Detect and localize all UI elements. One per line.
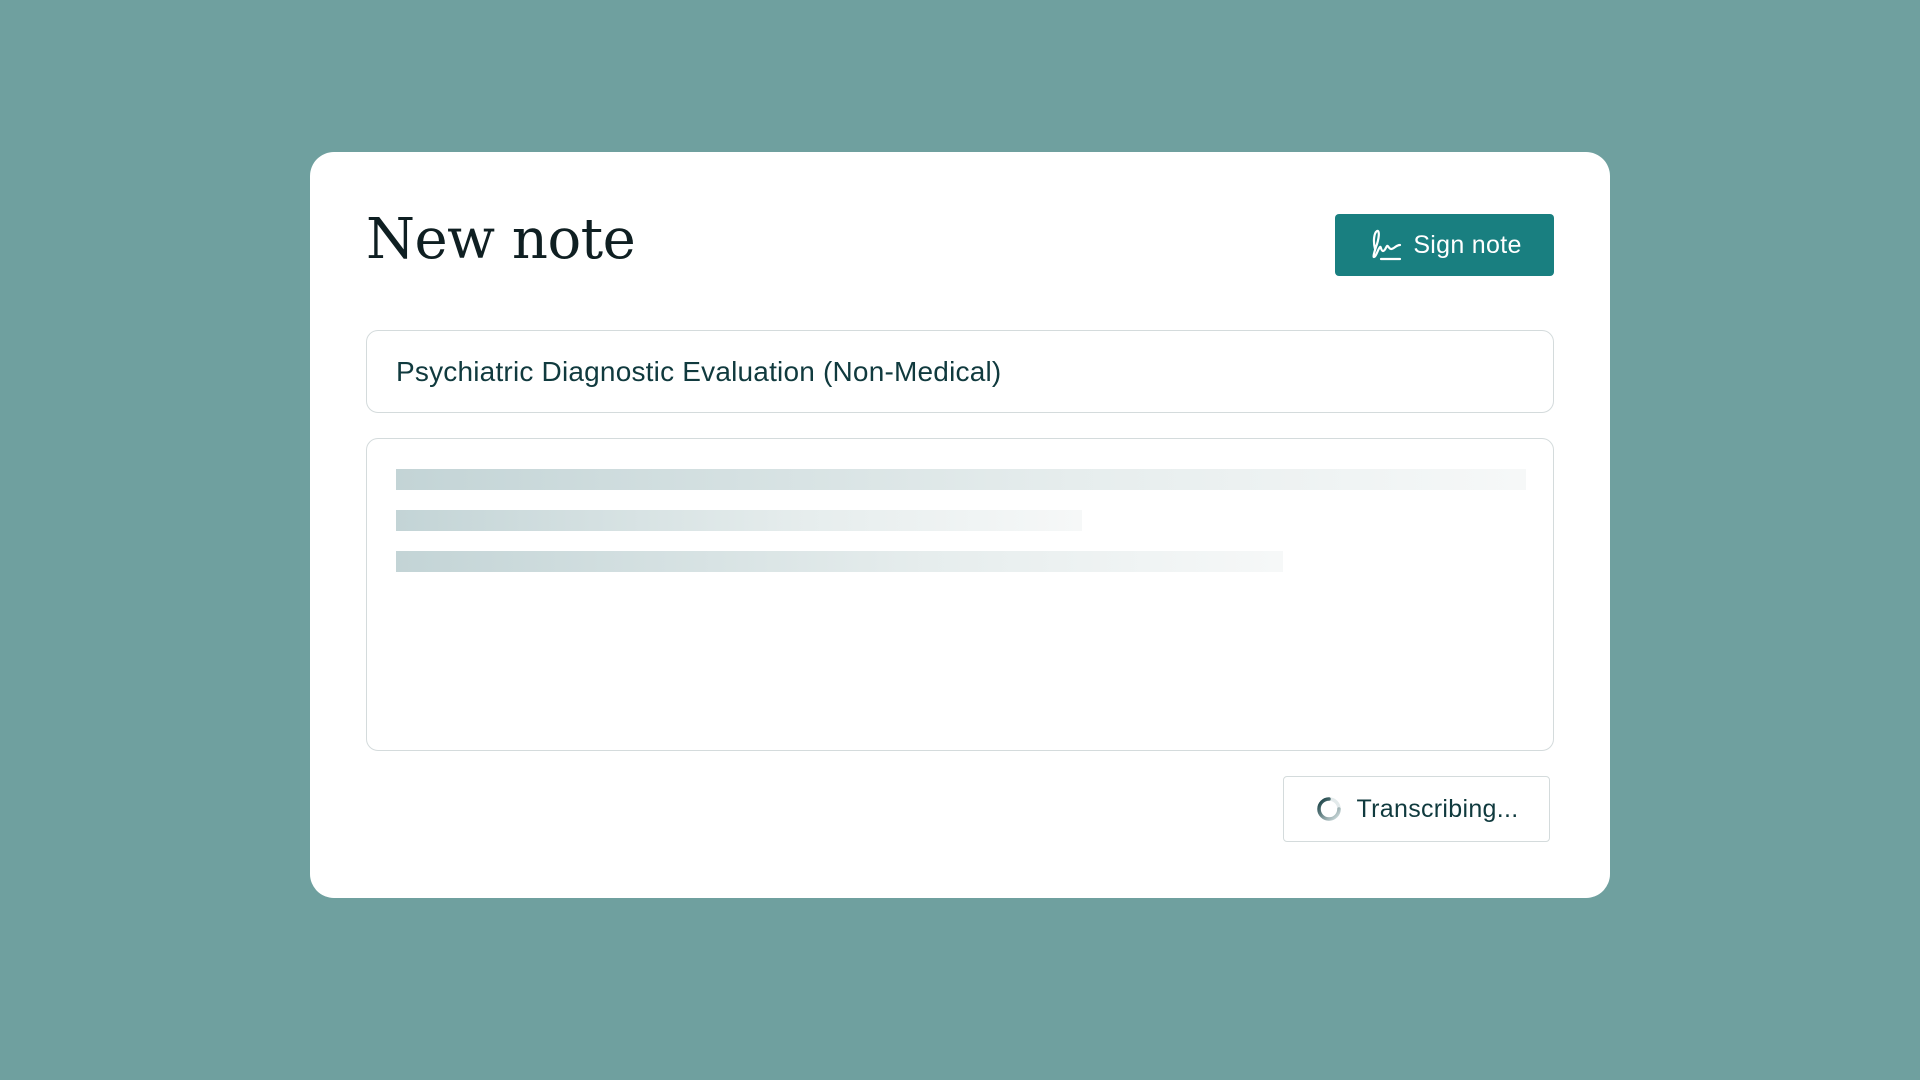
- transcribing-status: Transcribing...: [1283, 776, 1550, 842]
- spinner-icon: [1315, 795, 1343, 823]
- note-template-value: Psychiatric Diagnostic Evaluation (Non-M…: [396, 355, 1002, 387]
- new-note-card: New note Sign note Psychiatric Diagnosti…: [310, 152, 1610, 898]
- note-template-select[interactable]: Psychiatric Diagnostic Evaluation (Non-M…: [366, 330, 1554, 413]
- transcribing-label: Transcribing...: [1356, 794, 1519, 823]
- sign-note-label: Sign note: [1413, 230, 1522, 259]
- sign-note-button[interactable]: Sign note: [1335, 214, 1554, 276]
- skeleton-line: [396, 510, 1082, 531]
- note-body-loading[interactable]: [366, 438, 1554, 751]
- signature-icon: [1367, 227, 1403, 263]
- skeleton-line: [396, 551, 1283, 572]
- page-title: New note: [366, 207, 636, 272]
- skeleton-line: [396, 469, 1526, 490]
